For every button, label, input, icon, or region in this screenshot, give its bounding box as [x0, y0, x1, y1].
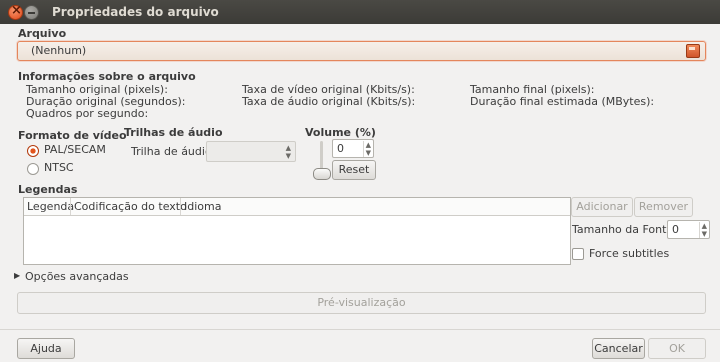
window-title: Propriedades do arquivo [52, 5, 219, 19]
minimize-window-button[interactable] [24, 5, 39, 20]
force-subtitles-checkbox[interactable] [572, 248, 584, 260]
original-audio-rate-label: Taxa de áudio original (Kbits/s): [242, 95, 416, 108]
column-header-language[interactable]: Idioma [184, 200, 221, 213]
subtitles-table-header: Legenda Codificação do texto Idioma [24, 198, 570, 216]
file-selector[interactable]: (Nenhum) [17, 41, 706, 61]
subtitles-heading: Legendas [18, 183, 78, 196]
expander-arrow-icon[interactable]: ▶ [14, 271, 20, 280]
subtitles-table[interactable]: Legenda Codificação do texto Idioma [23, 197, 571, 265]
column-header-encoding[interactable]: Codificação do texto [74, 200, 187, 213]
spinner-arrows-icon[interactable]: ▲ ▼ [362, 141, 371, 157]
advanced-options-expander[interactable]: Opções avançadas [25, 270, 129, 283]
file-value: (Nenhum) [31, 44, 87, 57]
remove-subtitle-button[interactable]: Remover [634, 197, 693, 217]
select-arrows-icon: ▲ ▼ [285, 144, 291, 160]
audio-track-label: Trilha de áudio: [131, 145, 216, 158]
fps-label: Quadros por segundo: [26, 107, 149, 120]
font-size-spinbox[interactable]: 0 ▲ ▼ [667, 220, 710, 239]
volume-spinbox[interactable]: 0 ▲ ▼ [332, 139, 374, 158]
volume-heading: Volume (%) [305, 126, 376, 139]
ok-button[interactable]: OK [648, 338, 706, 359]
cancel-button[interactable]: Cancelar [592, 338, 645, 359]
volume-value: 0 [337, 142, 344, 155]
audio-track-select[interactable]: ▲ ▼ [206, 141, 296, 162]
column-separator [70, 198, 71, 215]
font-size-label: Tamanho da Fonte: [572, 223, 677, 236]
title-bar: Propriedades do arquivo [0, 0, 720, 24]
spinner-arrows-icon[interactable]: ▲ ▼ [698, 222, 707, 238]
column-header-legenda[interactable]: Legenda [27, 200, 74, 213]
footer-divider [0, 329, 720, 330]
final-duration-label: Duração final estimada (MBytes): [470, 95, 655, 108]
ntsc-radio[interactable] [27, 163, 39, 175]
document-open-icon[interactable] [686, 44, 700, 58]
file-section-label: Arquivo [18, 27, 67, 40]
add-subtitle-button[interactable]: Adicionar [571, 197, 633, 217]
help-button[interactable]: Ajuda [17, 338, 75, 359]
audio-tracks-heading: Trilhas de áudio [124, 126, 223, 139]
pal-label[interactable]: PAL/SECAM [44, 143, 106, 156]
file-info-heading: Informações sobre o arquivo [18, 70, 196, 83]
font-size-value: 0 [672, 223, 679, 236]
column-separator [180, 198, 181, 215]
pal-radio[interactable] [27, 145, 39, 157]
reset-button[interactable]: Reset [332, 160, 376, 180]
volume-slider-handle[interactable] [313, 168, 331, 180]
ntsc-label[interactable]: NTSC [44, 161, 74, 174]
video-format-heading: Formato de vídeo [18, 129, 127, 142]
force-subtitles-label[interactable]: Force subtitles [589, 247, 669, 260]
close-window-button[interactable] [8, 3, 23, 20]
preview-button[interactable]: Pré-visualização [17, 292, 706, 314]
